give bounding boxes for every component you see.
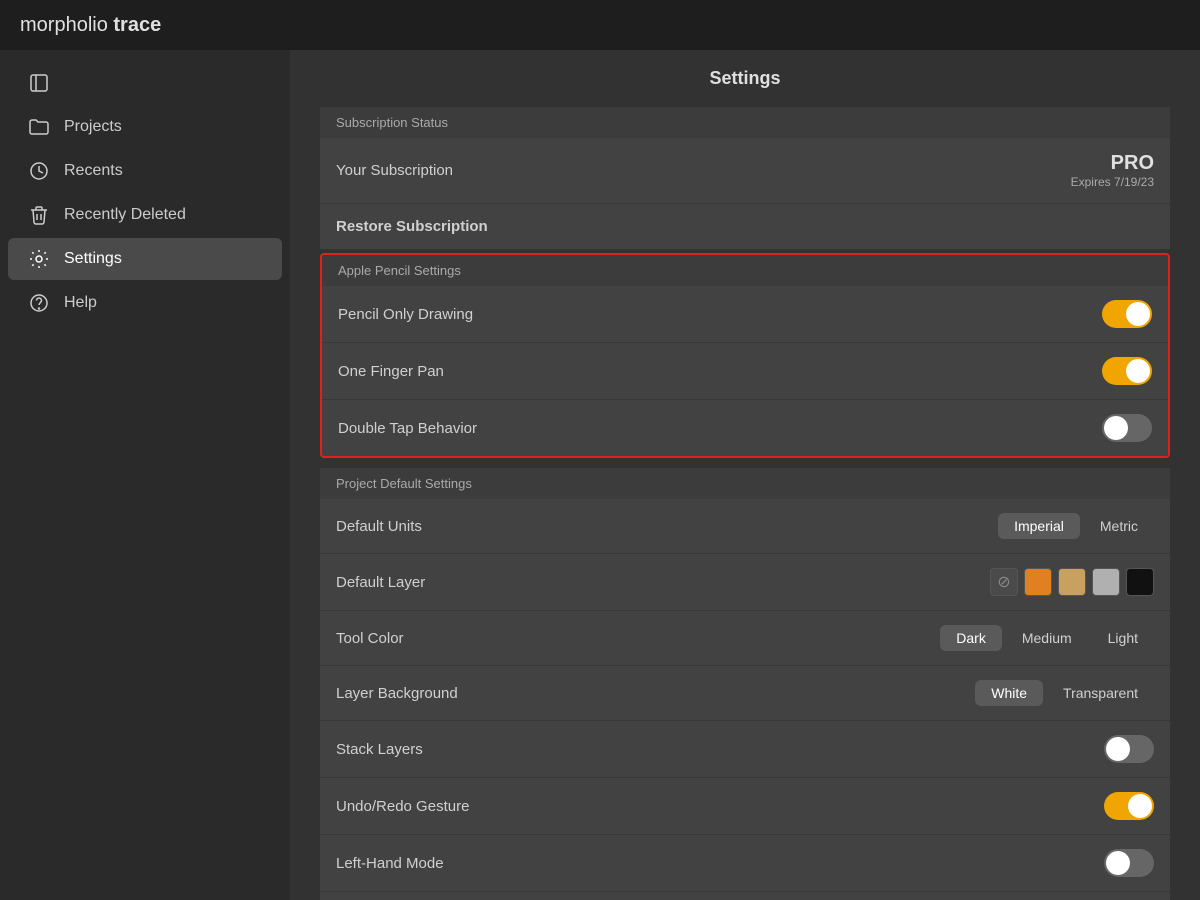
main-layout: Projects Recents Recently bbox=[0, 50, 1200, 900]
apple-pencil-section-header: Apple Pencil Settings bbox=[322, 255, 1168, 286]
transparent-button[interactable]: Transparent bbox=[1047, 680, 1154, 706]
left-hand-toggle[interactable] bbox=[1104, 849, 1154, 877]
trash-icon bbox=[28, 204, 50, 226]
subscription-pro: PRO bbox=[1071, 152, 1154, 175]
sidebar: Projects Recents Recently bbox=[0, 50, 290, 900]
apple-pencil-section: Apple Pencil Settings Pencil Only Drawin… bbox=[320, 253, 1170, 458]
app-title: morpholio trace bbox=[20, 14, 161, 37]
layer-background-group: White Transparent bbox=[975, 680, 1154, 706]
swatch-black[interactable] bbox=[1126, 568, 1154, 596]
subscription-section-header: Subscription Status bbox=[320, 107, 1170, 138]
sidebar-item-recents[interactable]: Recents bbox=[8, 150, 282, 192]
your-subscription-row: Your Subscription PRO Expires 7/19/23 bbox=[320, 138, 1170, 204]
one-finger-pan-label: One Finger Pan bbox=[338, 363, 444, 380]
subscription-value: PRO Expires 7/19/23 bbox=[1071, 152, 1154, 189]
help-icon bbox=[28, 292, 50, 314]
folder-icon bbox=[28, 116, 50, 138]
double-tap-toggle[interactable] bbox=[1102, 414, 1152, 442]
sidebar-item-settings-label: Settings bbox=[64, 250, 122, 268]
default-layer-swatches: ⊘ bbox=[990, 568, 1154, 596]
one-finger-pan-toggle[interactable] bbox=[1102, 357, 1152, 385]
pencil-only-drawing-label: Pencil Only Drawing bbox=[338, 306, 473, 323]
layer-background-row: Layer Background White Transparent bbox=[320, 666, 1170, 721]
sidebar-item-recently-deleted-label: Recently Deleted bbox=[64, 206, 186, 224]
double-tap-behavior-label: Double Tap Behavior bbox=[338, 420, 477, 437]
sidebar-item-settings[interactable]: Settings bbox=[8, 238, 282, 280]
stack-layers-label: Stack Layers bbox=[336, 741, 423, 758]
toggle-thumb-2 bbox=[1126, 359, 1150, 383]
content-area: Settings Subscription Status Your Subscr… bbox=[290, 50, 1200, 900]
left-hand-mode-label: Left-Hand Mode bbox=[336, 855, 444, 872]
white-button[interactable]: White bbox=[975, 680, 1043, 706]
restore-subscription-row[interactable]: Restore Subscription bbox=[320, 204, 1170, 249]
default-layer-row: Default Layer ⊘ bbox=[320, 554, 1170, 611]
sidebar-item-projects[interactable]: Projects bbox=[8, 106, 282, 148]
sidebar-item-projects-label: Projects bbox=[64, 118, 122, 136]
sidebar-item-panel[interactable] bbox=[8, 62, 282, 104]
toggle-thumb bbox=[1126, 302, 1150, 326]
toggle-thumb-3 bbox=[1104, 416, 1128, 440]
imperial-button[interactable]: Imperial bbox=[998, 513, 1080, 539]
stack-layers-toggle[interactable] bbox=[1104, 735, 1154, 763]
top-bar: morpholio trace bbox=[0, 0, 1200, 50]
default-units-group: Imperial Metric bbox=[998, 513, 1154, 539]
left-hand-mode-row: Left-Hand Mode bbox=[320, 835, 1170, 892]
tool-color-group: Dark Medium Light bbox=[940, 625, 1154, 651]
sidebar-item-recently-deleted[interactable]: Recently Deleted bbox=[8, 194, 282, 236]
pencil-only-drawing-row: Pencil Only Drawing bbox=[322, 286, 1168, 343]
panel-icon bbox=[28, 72, 50, 94]
medium-button[interactable]: Medium bbox=[1006, 625, 1088, 651]
tool-color-row: Tool Color Dark Medium Light bbox=[320, 611, 1170, 666]
toggle-thumb-4 bbox=[1106, 737, 1130, 761]
swatch-light-gray[interactable] bbox=[1092, 568, 1120, 596]
settings-title: Settings bbox=[290, 50, 1200, 103]
tool-color-label: Tool Color bbox=[336, 630, 404, 647]
default-units-label: Default Units bbox=[336, 518, 422, 535]
undo-redo-label: Undo/Redo Gesture bbox=[336, 798, 469, 815]
default-layer-label: Default Layer bbox=[336, 574, 425, 591]
app-title-bold: trace bbox=[113, 14, 161, 36]
undo-redo-toggle[interactable] bbox=[1104, 792, 1154, 820]
metric-button[interactable]: Metric bbox=[1084, 513, 1154, 539]
your-subscription-label: Your Subscription bbox=[336, 162, 453, 179]
default-units-row: Default Units Imperial Metric bbox=[320, 499, 1170, 554]
undo-redo-row: Undo/Redo Gesture bbox=[320, 778, 1170, 835]
toggle-thumb-5 bbox=[1128, 794, 1152, 818]
toggle-thumb-6 bbox=[1106, 851, 1130, 875]
pencil-only-drawing-toggle[interactable] bbox=[1102, 300, 1152, 328]
swatch-slash[interactable]: ⊘ bbox=[990, 568, 1018, 596]
one-finger-pan-row: One Finger Pan bbox=[322, 343, 1168, 400]
clock-icon bbox=[28, 160, 50, 182]
light-button[interactable]: Light bbox=[1092, 625, 1154, 651]
project-defaults-section-header: Project Default Settings bbox=[320, 468, 1170, 499]
sidebar-item-help[interactable]: Help bbox=[8, 282, 282, 324]
zoom-rotation-lock-row: Zoom Rotation Lock bbox=[320, 892, 1170, 900]
swatch-orange[interactable] bbox=[1024, 568, 1052, 596]
sidebar-item-recents-label: Recents bbox=[64, 162, 123, 180]
subscription-expires: Expires 7/19/23 bbox=[1071, 175, 1154, 189]
swatch-tan[interactable] bbox=[1058, 568, 1086, 596]
stack-layers-row: Stack Layers bbox=[320, 721, 1170, 778]
sidebar-item-help-label: Help bbox=[64, 294, 97, 312]
double-tap-behavior-row: Double Tap Behavior bbox=[322, 400, 1168, 456]
app-title-light: morpholio bbox=[20, 14, 113, 36]
layer-background-label: Layer Background bbox=[336, 685, 458, 702]
dark-button[interactable]: Dark bbox=[940, 625, 1002, 651]
gear-icon bbox=[28, 248, 50, 270]
settings-container: Subscription Status Your Subscription PR… bbox=[290, 107, 1200, 900]
